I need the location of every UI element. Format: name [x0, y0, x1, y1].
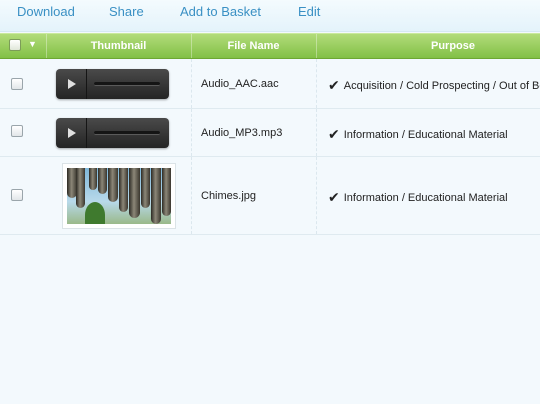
chimes-photo [67, 168, 171, 224]
purpose-cell: ✔ Information / Educational Material [328, 126, 540, 143]
purpose-cell: ✔ Information / Educational Material [328, 189, 540, 206]
purpose-text: Acquisition / Cold Prospecting / Out of … [343, 80, 540, 92]
download-button[interactable]: Download [17, 4, 75, 19]
column-divider [191, 157, 192, 234]
checkmark-icon: ✔ [328, 189, 340, 205]
row-checkbox[interactable] [11, 125, 23, 137]
file-name: Chimes.jpg [201, 190, 257, 202]
play-icon[interactable] [56, 118, 87, 148]
audio-player[interactable] [56, 118, 169, 148]
checkmark-icon: ✔ [328, 126, 340, 142]
table-row[interactable]: Audio_AAC.aac ✔ Acquisition / Cold Prospe… [0, 59, 540, 109]
purpose-text: Information / Educational Material [343, 129, 508, 141]
select-all-checkbox[interactable] [9, 39, 21, 51]
audio-progress-track[interactable] [94, 131, 160, 135]
row-checkbox[interactable] [11, 78, 23, 90]
column-divider [316, 109, 317, 156]
play-icon[interactable] [56, 69, 87, 99]
audio-progress-track[interactable] [94, 82, 160, 86]
column-header-file-name[interactable]: File Name [191, 34, 316, 58]
audio-player[interactable] [56, 69, 169, 99]
file-name: Audio_MP3.mp3 [201, 127, 283, 139]
add-to-basket-button[interactable]: Add to Basket [180, 4, 261, 19]
column-header-thumbnail[interactable]: Thumbnail [46, 34, 191, 58]
column-header-purpose[interactable]: Purpose [316, 34, 540, 58]
table-row[interactable]: Chimes.jpg ✔ Information / Educational Ma… [0, 157, 540, 235]
share-button[interactable]: Share [109, 4, 144, 19]
edit-button[interactable]: Edit [298, 4, 320, 19]
column-divider [316, 157, 317, 234]
purpose-text: Information / Educational Material [343, 192, 508, 204]
column-divider [316, 59, 317, 108]
row-checkbox[interactable] [11, 189, 23, 201]
table-row[interactable]: Audio_MP3.mp3 ✔ Information / Educational… [0, 109, 540, 157]
purpose-cell: ✔ Acquisition / Cold Prospecting / Out of… [328, 77, 540, 94]
column-divider [191, 109, 192, 156]
checkmark-icon: ✔ [328, 77, 340, 93]
select-menu-caret-icon[interactable]: ▼ [28, 39, 37, 49]
image-thumbnail[interactable] [62, 163, 176, 229]
toolbar: Download Share Add to Basket Edit [0, 0, 540, 32]
file-name: Audio_AAC.aac [201, 78, 279, 90]
table-header: ▼ Thumbnail File Name Purpose [0, 33, 540, 59]
column-divider [191, 59, 192, 108]
